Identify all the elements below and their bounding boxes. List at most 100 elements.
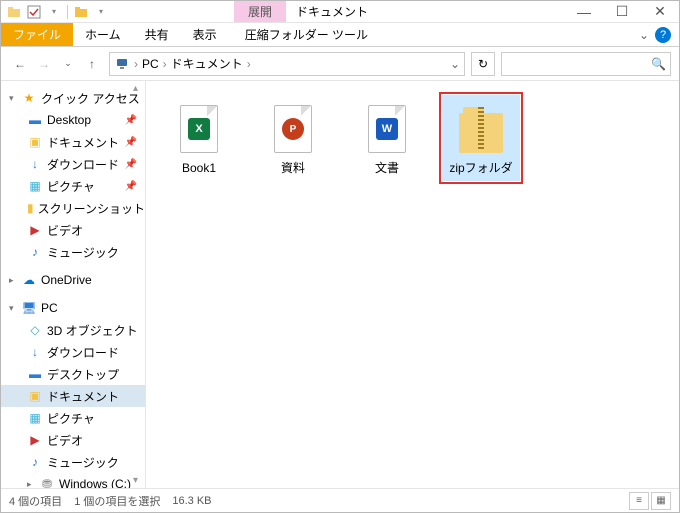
tree-item[interactable]: ▶ビデオ — [1, 429, 145, 451]
excel-file-icon: X — [180, 105, 218, 153]
chevron-right-icon[interactable]: › — [247, 57, 251, 71]
file-label: 資料 — [281, 161, 305, 175]
minimize-button[interactable]: ― — [565, 1, 603, 22]
pc-icon — [114, 56, 130, 72]
document-icon: ▣ — [27, 134, 43, 150]
tree-item[interactable]: ▬Desktop📌 — [1, 109, 145, 131]
ppt-file-icon: P — [274, 105, 312, 153]
music-icon: ♪ — [27, 454, 43, 470]
file-label: zipフォルダ — [449, 161, 512, 175]
chevron-right-icon[interactable]: › — [163, 57, 167, 71]
tree-item[interactable]: ▶ビデオ — [1, 219, 145, 241]
picture-icon: ▦ — [27, 178, 43, 194]
ribbon-tabs: ファイル ホーム 共有 表示 圧縮フォルダー ツール ⌄ ? — [1, 23, 679, 47]
document-icon: ▣ — [27, 388, 43, 404]
close-button[interactable]: ✕ — [641, 1, 679, 22]
breadcrumb[interactable]: › PC › ドキュメント › ⌄ — [109, 52, 465, 76]
search-icon[interactable]: 🔍 — [651, 57, 666, 71]
tab-file[interactable]: ファイル — [1, 23, 73, 46]
tab-share[interactable]: 共有 — [133, 23, 181, 46]
music-icon: ♪ — [27, 244, 43, 260]
status-size: 16.3 KB — [172, 495, 211, 507]
forward-button[interactable]: → — [33, 53, 55, 75]
help-icon[interactable]: ? — [655, 27, 671, 43]
chevron-right-icon[interactable]: ▸ — [27, 479, 35, 489]
view-details-button[interactable]: ≡ — [629, 492, 649, 510]
video-icon: ▶ — [27, 222, 43, 238]
tree-item[interactable]: ▸⛃Windows (C:) — [1, 473, 145, 488]
window-controls: ― ☐ ✕ — [565, 1, 679, 22]
file-label: Book1 — [182, 161, 216, 175]
desktop-icon: ▬ — [27, 112, 43, 128]
download-icon: ↓ — [27, 344, 43, 360]
breadcrumb-segment[interactable]: PC — [142, 57, 159, 71]
folder-icon: ▮ — [27, 200, 34, 216]
desktop-icon: ▬ — [27, 366, 43, 382]
chevron-right-icon[interactable]: › — [134, 57, 138, 71]
chevron-down-icon[interactable]: ▾ — [9, 303, 17, 314]
breadcrumb-segment[interactable]: ドキュメント — [171, 55, 243, 72]
file-item-excel[interactable]: X Book1 — [160, 95, 238, 181]
breadcrumb-dropdown-icon[interactable]: ⌄ — [450, 57, 460, 71]
zip-folder-icon — [459, 113, 503, 153]
maximize-button[interactable]: ☐ — [603, 1, 641, 22]
tab-compressed-tools[interactable]: 圧縮フォルダー ツール — [233, 23, 380, 46]
status-count: 4 個の項目 — [9, 493, 62, 509]
folder-small-icon — [74, 5, 88, 19]
cloud-icon: ☁ — [21, 272, 37, 288]
scrollbar[interactable]: ▴ ▾ — [133, 81, 145, 488]
file-item-word[interactable]: W 文書 — [348, 95, 426, 181]
download-icon: ↓ — [27, 156, 43, 172]
scroll-up-icon[interactable]: ▴ — [133, 83, 138, 94]
chevron-down-icon[interactable]: ▾ — [9, 93, 17, 104]
search-input[interactable] — [506, 57, 651, 71]
tree-item[interactable]: ♪ミュージック — [1, 241, 145, 263]
scroll-down-icon[interactable]: ▾ — [133, 475, 138, 486]
contextual-tab-header: 展開 — [234, 1, 286, 22]
chevron-right-icon[interactable]: ▸ — [9, 275, 17, 286]
file-item-zip[interactable]: zipフォルダ — [442, 95, 520, 181]
search-box[interactable]: 🔍 — [501, 52, 671, 76]
nav-tree: ▴ ▾ ▾ ★ クイック アクセス ▬Desktop📌 ▣ドキュメント📌 ↓ダウ… — [1, 81, 146, 488]
explorer-window: ▾ ▾ 展開 ドキュメント ― ☐ ✕ ファイル ホーム 共有 表示 圧縮フォル… — [0, 0, 680, 513]
up-button[interactable]: ↑ — [81, 53, 103, 75]
tree-item[interactable]: ▦ピクチャ📌 — [1, 175, 145, 197]
tree-item[interactable]: ↓ダウンロード📌 — [1, 153, 145, 175]
tree-item[interactable]: ↓ダウンロード — [1, 341, 145, 363]
status-bar: 4 個の項目 1 個の項目を選択 16.3 KB ≡ ▦ — [1, 488, 679, 512]
nav-bar: ← → ⌄ ↑ › PC › ドキュメント › ⌄ ↻ 🔍 — [1, 47, 679, 81]
qat-dropdown-icon[interactable]: ▾ — [47, 5, 61, 19]
recent-dropdown-icon[interactable]: ⌄ — [57, 53, 79, 75]
tree-item-documents[interactable]: ▣ドキュメント — [1, 385, 145, 407]
tree-item[interactable]: ▣ドキュメント📌 — [1, 131, 145, 153]
tree-item[interactable]: ▮スクリーンショット — [1, 197, 145, 219]
qat-overflow-icon[interactable]: ▾ — [94, 5, 108, 19]
file-item-powerpoint[interactable]: P 資料 — [254, 95, 332, 181]
qat-check-icon[interactable] — [27, 5, 41, 19]
refresh-button[interactable]: ↻ — [471, 52, 495, 76]
back-button[interactable]: ← — [9, 53, 31, 75]
tree-item[interactable]: ▦ピクチャ — [1, 407, 145, 429]
window-title: ドキュメント — [286, 1, 565, 22]
tab-view[interactable]: 表示 — [181, 23, 229, 46]
titlebar: ▾ ▾ 展開 ドキュメント ― ☐ ✕ — [1, 1, 679, 23]
objects3d-icon: ◇ — [27, 322, 43, 338]
picture-icon: ▦ — [27, 410, 43, 426]
file-label: 文書 — [375, 161, 399, 175]
star-icon: ★ — [21, 90, 37, 106]
tree-onedrive[interactable]: ▸ ☁ OneDrive — [1, 269, 145, 291]
tree-item[interactable]: ♪ミュージック — [1, 451, 145, 473]
word-file-icon: W — [368, 105, 406, 153]
tree-quick-access[interactable]: ▾ ★ クイック アクセス — [1, 87, 145, 109]
drive-icon: ⛃ — [39, 476, 55, 488]
tab-home[interactable]: ホーム — [73, 23, 133, 46]
view-icons-button[interactable]: ▦ — [651, 492, 671, 510]
folder-icon — [7, 5, 21, 19]
tree-pc[interactable]: ▾ 🖥 PC — [1, 297, 145, 319]
video-icon: ▶ — [27, 432, 43, 448]
status-selected: 1 個の項目を選択 — [74, 493, 160, 509]
ribbon-expand-icon[interactable]: ⌄ — [639, 28, 649, 42]
tree-item[interactable]: ◇3D オブジェクト — [1, 319, 145, 341]
file-list[interactable]: X Book1 P 資料 W 文書 zipフォルダ — [146, 81, 679, 488]
tree-item[interactable]: ▬デスクトップ — [1, 363, 145, 385]
